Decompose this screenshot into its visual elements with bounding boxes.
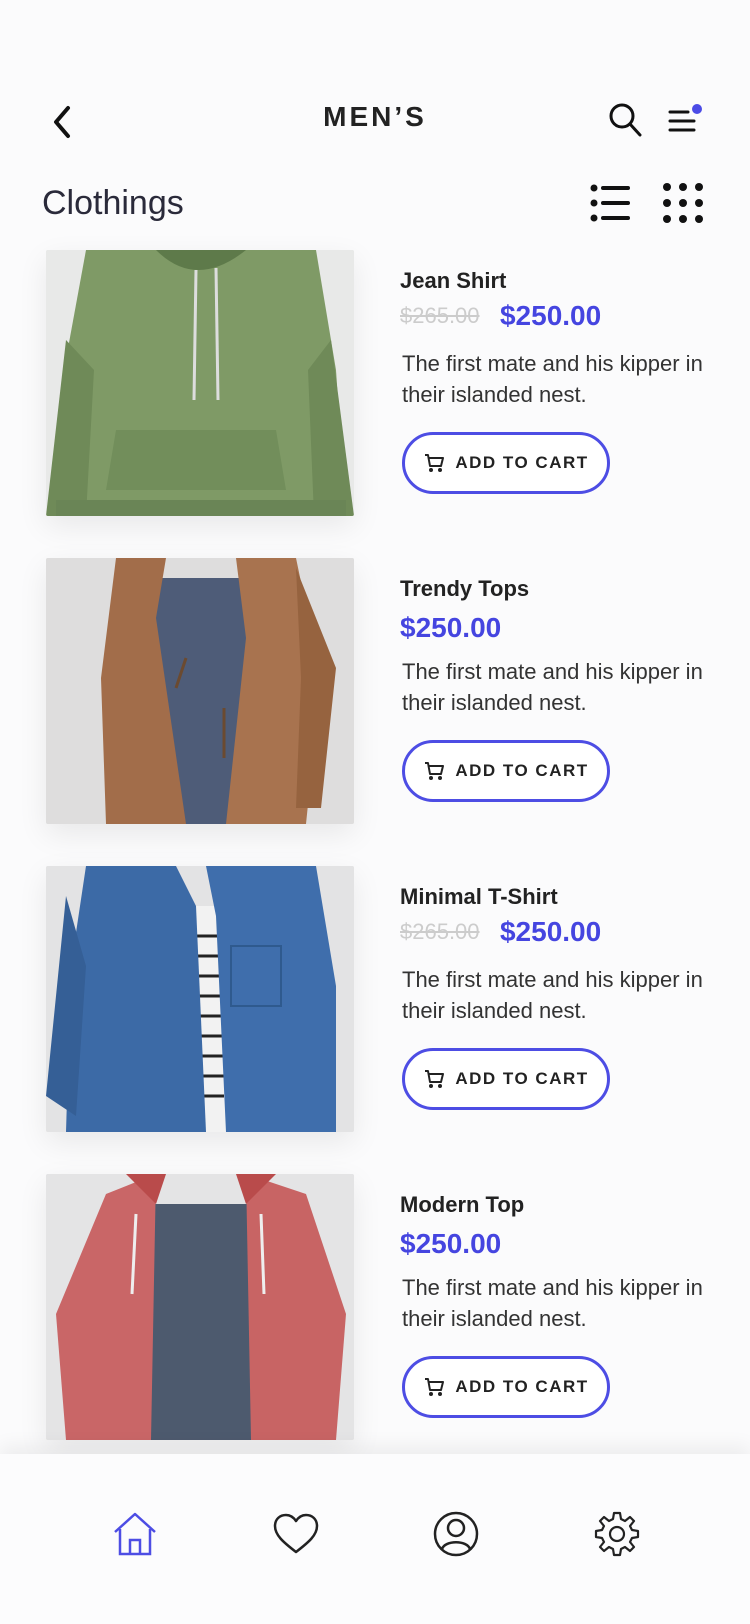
price-row: $265.00 $250.00 [400,916,601,948]
product-description: The first mate and his kipper in their i… [402,351,703,407]
add-to-cart-label: ADD TO CART [455,453,589,472]
old-price: $265.00 [400,303,480,328]
product-card: Modern Top $250.00 The first mate and hi… [0,1174,750,1444]
settings-icon [594,1511,640,1557]
profile-icon [433,1511,479,1557]
product-image[interactable] [46,1174,354,1440]
header: MEN’S [0,0,750,170]
nav-home[interactable] [109,1508,161,1560]
product-image[interactable] [46,558,354,824]
product-description: The first mate and his kipper in their i… [402,659,703,715]
product-name[interactable]: Minimal T-Shirt [400,884,558,910]
notification-dot [692,104,702,114]
grid-view-button[interactable] [660,180,706,226]
product-card: Minimal T-Shirt $265.00 $250.00 The firs… [0,866,750,1136]
product-card: Jean Shirt $265.00 $250.00 The first mat… [0,250,750,520]
nav-favorites[interactable] [270,1508,322,1560]
cart-icon [425,1070,445,1088]
home-icon [114,1512,156,1556]
cart-icon [425,762,445,780]
product-image[interactable] [46,250,354,516]
list-view-icon [590,184,630,222]
add-to-cart-button[interactable]: ADD TO CART [402,1048,610,1110]
product-name[interactable]: Jean Shirt [400,268,506,294]
product-name[interactable]: Trendy Tops [400,576,529,602]
search-button[interactable] [606,100,648,142]
old-price: $265.00 [400,919,480,944]
add-to-cart-button[interactable]: ADD TO CART [402,740,610,802]
price: $250.00 [499,916,602,947]
price-row: $250.00 [400,612,501,644]
price-row: $265.00 $250.00 [400,300,601,332]
add-to-cart-button[interactable]: ADD TO CART [402,1356,610,1418]
search-icon [609,103,642,137]
nav-profile[interactable] [430,1508,482,1560]
nav-settings[interactable] [591,1508,643,1560]
add-to-cart-label: ADD TO CART [455,1069,589,1088]
add-to-cart-button[interactable]: ADD TO CART [402,432,610,494]
brown-jacket-image [46,558,354,824]
product-card: Trendy Tops $250.00 The first mate and h… [0,558,750,828]
product-image[interactable] [46,866,354,1132]
product-description: The first mate and his kipper in their i… [402,967,703,1023]
list-view-button[interactable] [588,180,634,226]
cart-icon [425,454,445,472]
price: $250.00 [400,612,502,643]
grid-view-icon [663,183,703,223]
section-title: Clothings [42,184,184,222]
green-hoodie-image [46,250,354,516]
add-to-cart-label: ADD TO CART [455,761,589,780]
blue-jacket-image [46,866,354,1132]
price-row: $250.00 [400,1228,501,1260]
add-to-cart-label: ADD TO CART [455,1377,589,1396]
product-description: The first mate and his kipper in their i… [402,1275,703,1331]
heart-icon [273,1513,319,1554]
bottom-nav [0,1454,750,1624]
red-hoodie-image [46,1174,354,1440]
price: $250.00 [400,1228,502,1259]
cart-icon [425,1378,445,1396]
price: $250.00 [499,300,602,331]
product-name[interactable]: Modern Top [400,1192,524,1218]
